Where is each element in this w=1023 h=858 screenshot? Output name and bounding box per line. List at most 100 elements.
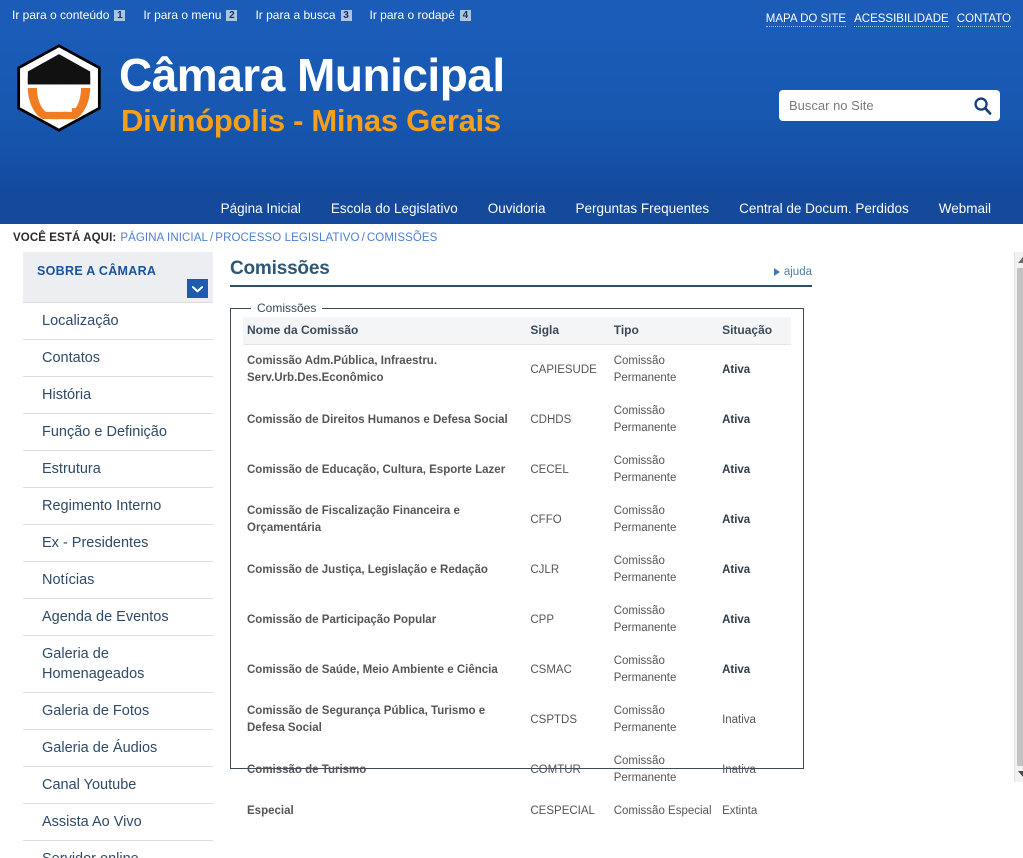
table-row[interactable]: Comissão de Justiça, Legislação e Redaçã… [243,545,791,595]
column-header-sigla[interactable]: Sigla [526,317,609,345]
column-header-tipo[interactable]: Tipo [610,317,718,345]
table-row[interactable]: Comissão de Saúde, Meio Ambiente e Ciênc… [243,645,791,695]
sidebar: SOBRE A CÂMARA Localização Contatos Hist… [23,252,213,858]
cell-nome[interactable]: Comissão de Participação Popular [243,595,526,645]
sidebar-menu: Localização Contatos História Função e D… [23,302,213,858]
table-row[interactable]: Comissão de Educação, Cultura, Esporte L… [243,445,791,495]
sidebar-item-galeria-de-audios[interactable]: Galeria de Áudios [23,730,213,766]
sidebar-toggle-button[interactable] [187,279,208,298]
list-item: Estrutura [23,450,213,487]
cell-nome[interactable]: Comissão de Saúde, Meio Ambiente e Ciênc… [243,645,526,695]
sidebar-item-ex-presidentes[interactable]: Ex - Presidentes [23,525,213,561]
nav-item-escola-do-legislativo[interactable]: Escola do Legislativo [331,201,458,216]
breadcrumb-item-pagina-inicial[interactable]: PÁGINA INICIAL [120,232,208,244]
nav-item-webmail[interactable]: Webmail [939,201,991,216]
search-box[interactable] [779,90,1000,121]
cell-sigla: CFFO [526,495,609,545]
triangle-down-icon [1018,771,1023,777]
sidebar-item-agenda-de-eventos[interactable]: Agenda de Eventos [23,599,213,635]
sidebar-item-canal-youtube[interactable]: Canal Youtube [23,767,213,803]
cell-nome[interactable]: Comissão de Segurança Pública, Turismo e… [243,695,526,745]
sidebar-item-funcao-e-definicao[interactable]: Função e Definição [23,414,213,450]
main-content: Comissões ajuda Comissões Nome da Comiss… [230,252,1023,769]
cell-situacao: Ativa [718,545,791,595]
scroll-up-button[interactable] [1015,252,1023,268]
sidebar-item-localizacao[interactable]: Localização [23,303,213,339]
list-item: Ex - Presidentes [23,524,213,561]
cell-nome[interactable]: Comissão de Turismo [243,745,526,795]
sidebar-item-galeria-de-fotos[interactable]: Galeria de Fotos [23,693,213,729]
cell-nome[interactable]: Comissão de Fiscalização Financeira e Or… [243,495,526,545]
list-item: Contatos [23,339,213,376]
sidebar-item-assista-ao-vivo[interactable]: Assista Ao Vivo [23,804,213,840]
comissoes-fieldset: Comissões Nome da Comissão Sigla Tipo Si… [230,301,804,769]
breadcrumb-item-processo-legislativo[interactable]: PROCESSO LEGISLATIVO [215,232,359,244]
table-row[interactable]: Comissão de Participação Popular CPP Com… [243,595,791,645]
sidebar-item-noticias[interactable]: Notícias [23,562,213,598]
table-row[interactable]: Comissão de Turismo COMTUR Comissão Perm… [243,745,791,795]
breadcrumb-item-comissoes[interactable]: COMISSÕES [367,232,438,244]
table-row[interactable]: Especial CESPECIAL Comissão Especial Ext… [243,795,791,828]
cell-sigla: CDHDS [526,395,609,445]
cell-tipo: Comissão Permanente [610,345,718,396]
scroll-down-button[interactable] [1015,766,1023,782]
breadcrumb-separator: / [210,232,213,244]
skip-link-rodape[interactable]: Ir para o rodapé 4 [370,8,471,22]
sidebar-item-regimento-interno[interactable]: Regimento Interno [23,488,213,524]
cell-nome[interactable]: Especial [243,795,526,828]
sidebar-item-estrutura[interactable]: Estrutura [23,451,213,487]
sidebar-item-servidor-online[interactable]: Servidor online [23,841,213,858]
table-body: Comissão Adm.Pública, Infraestru. Serv.U… [243,345,791,829]
link-contato[interactable]: CONTATO [957,13,1011,27]
skip-link-label: Ir para o rodapé [370,8,455,22]
list-item: Notícias [23,561,213,598]
camara-hexagon-logo-icon [13,44,105,132]
sidebar-item-historia[interactable]: História [23,377,213,413]
skip-link-key: 3 [341,10,352,21]
link-mapa-do-site[interactable]: MAPA DO SITE [766,13,846,27]
skip-link-label: Ir para a busca [255,8,335,22]
nav-item-ouvidoria[interactable]: Ouvidoria [488,201,546,216]
cell-situacao: Ativa [718,595,791,645]
site-subtitle: Divinópolis - Minas Gerais [121,102,505,140]
link-acessibilidade[interactable]: ACESSIBILIDADE [854,13,949,27]
list-item: Regimento Interno [23,487,213,524]
help-link[interactable]: ajuda [774,266,812,278]
brand[interactable]: Câmara Municipal Divinópolis - Minas Ger… [13,40,505,140]
skip-link-busca[interactable]: Ir para a busca 3 [255,8,351,22]
search-input[interactable] [789,98,970,113]
nav-item-pagina-inicial[interactable]: Página Inicial [221,201,301,216]
nav-item-perguntas-frequentes[interactable]: Perguntas Frequentes [576,201,710,216]
sidebar-item-contatos[interactable]: Contatos [23,340,213,376]
scrollbar-thumb[interactable] [1017,268,1023,766]
sidebar-title: SOBRE A CÂMARA [37,264,199,278]
breadcrumb: VOCÊ ESTÁ AQUI: PÁGINA INICIAL / PROCESS… [0,224,1023,252]
cell-nome[interactable]: Comissão Adm.Pública, Infraestru. Serv.U… [243,345,526,396]
column-header-situacao[interactable]: Situação [718,317,791,345]
cell-nome[interactable]: Comissão de Justiça, Legislação e Redaçã… [243,545,526,595]
search-button[interactable] [970,94,994,118]
table-row[interactable]: Comissão de Segurança Pública, Turismo e… [243,695,791,745]
skip-link-conteudo[interactable]: Ir para o conteúdo 1 [12,8,125,22]
column-header-nome[interactable]: Nome da Comissão [243,317,526,345]
cell-nome[interactable]: Comissão de Direitos Humanos e Defesa So… [243,395,526,445]
triangle-up-icon [1018,257,1023,263]
top-utility-bar: Ir para o conteúdo 1 Ir para o menu 2 Ir… [0,0,1023,30]
vertical-scrollbar[interactable] [1014,252,1023,782]
cell-sigla: CJLR [526,545,609,595]
nav-item-central-docum-perdidos[interactable]: Central de Docum. Perdidos [739,201,909,216]
table-row[interactable]: Comissão Adm.Pública, Infraestru. Serv.U… [243,345,791,396]
table-row[interactable]: Comissão de Fiscalização Financeira e Or… [243,495,791,545]
table-row[interactable]: Comissão de Direitos Humanos e Defesa So… [243,395,791,445]
cell-sigla: COMTUR [526,745,609,795]
cell-nome[interactable]: Comissão de Educação, Cultura, Esporte L… [243,445,526,495]
breadcrumb-separator: / [362,232,365,244]
table-header: Nome da Comissão Sigla Tipo Situação [243,317,791,345]
list-item: Localização [23,302,213,339]
cell-sigla: CESPECIAL [526,795,609,828]
fieldset-legend: Comissões [251,301,322,315]
search-icon [973,96,992,115]
skip-link-menu[interactable]: Ir para o menu 2 [143,8,237,22]
sidebar-item-galeria-de-homenageados[interactable]: Galeria de Homenageados [23,636,213,692]
cell-situacao: Extinta [718,795,791,828]
